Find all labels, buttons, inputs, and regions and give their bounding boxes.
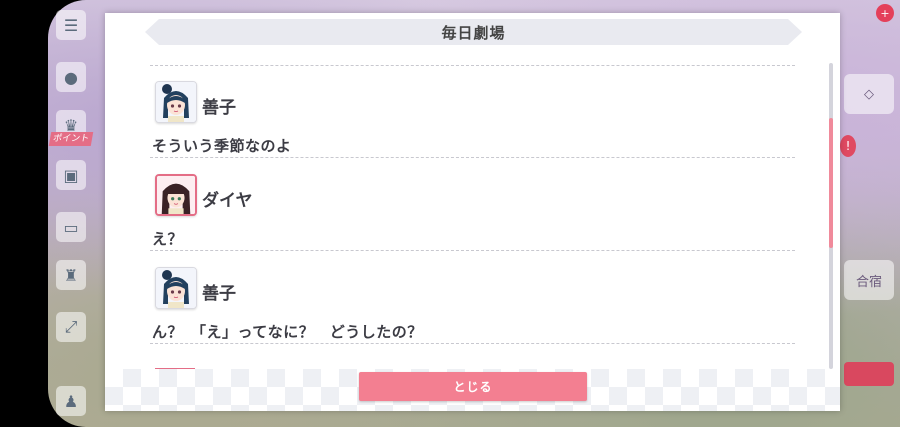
dialogue-text: え？ [152,230,184,248]
close-button[interactable]: とじる [359,372,587,401]
log-entry: 善子 ん？ 「え」ってなに？ どうしたの？ [150,251,795,344]
chat-icon[interactable]: ● [56,62,86,92]
fullscreen-icon[interactable]: ⤢ [56,312,86,342]
scrollbar-thumb[interactable] [829,118,833,248]
log-entry: ダイヤ え？ [150,158,795,251]
dialogue-text: そういう季節なのよ [152,137,292,155]
next-entry-avatar [155,368,195,369]
screen-icon[interactable]: ▭ [56,212,86,242]
menu-icon[interactable]: ☰ [56,10,86,40]
right-side-menu: + ◇ ! 合宿 [840,0,900,427]
alert-icon: ! [840,135,856,157]
speaker-name: 善子 [202,284,236,304]
dialogue-log[interactable]: 善子 そういう季節なのよ ダイヤ え？ 善子 ん？ 「え」ってなに？ どうしたの… [150,63,795,369]
left-side-menu: ☰ ● ♛ ポイント ▣ ▭ ♜ ⤢ ♟ [48,0,94,427]
yoshiko-avatar [155,81,197,123]
scrollbar[interactable] [829,63,833,369]
speaker-name: 善子 [202,98,236,118]
point-badge: ポイント [48,132,94,146]
dialogue-text: ん？ 「え」ってなに？ どうしたの？ [152,323,423,341]
card-icon[interactable]: ◇ [844,74,894,114]
profile-icon[interactable]: ♟ [56,386,86,416]
trophy-icon[interactable]: ♜ [56,260,86,290]
speaker-name: ダイヤ [202,191,253,211]
dia-avatar [155,174,197,216]
gift-icon[interactable]: ▣ [56,160,86,190]
dialog-title: 毎日劇場 [441,23,506,42]
red-tab[interactable] [844,362,894,386]
camp-button[interactable]: 合宿 [844,260,894,300]
yoshiko-avatar [155,267,197,309]
divider [150,343,795,344]
log-entry: 善子 そういう季節なのよ [150,65,795,158]
daily-theater-dialog: 毎日劇場 善子 そういう季節なのよ ダイヤ え？ 善子 ん？ 「え」ってなに？ … [105,13,840,411]
dialog-title-bar: 毎日劇場 [145,19,802,45]
notification-badge-icon: + [876,4,894,22]
